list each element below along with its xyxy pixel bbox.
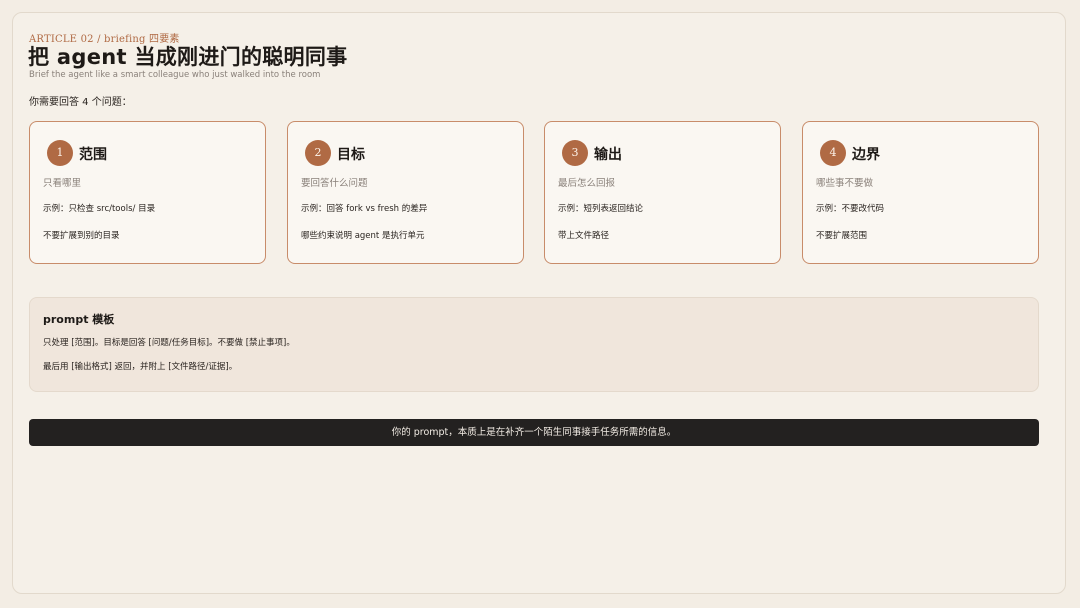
card-subtitle: 要回答什么问题 bbox=[301, 178, 368, 189]
intro-text: 你需要回答 4 个问题： bbox=[29, 97, 132, 108]
number-badge: 2 bbox=[305, 140, 331, 166]
template-line: 最后用 [输出格式] 返回，并附上 [文件路径/证据]。 bbox=[43, 362, 238, 372]
number-badge: 4 bbox=[820, 140, 846, 166]
card-title: 目标 bbox=[337, 147, 365, 163]
card-note: 不要扩展范围 bbox=[816, 231, 868, 241]
card-title: 边界 bbox=[852, 147, 880, 163]
page-subtitle: Brief the agent like a smart colleague w… bbox=[29, 70, 321, 80]
card-subtitle: 最后怎么回报 bbox=[558, 178, 616, 189]
card-note: 不要扩展到别的目录 bbox=[43, 231, 120, 241]
card-subtitle: 哪些事不要做 bbox=[816, 178, 874, 189]
card-example: 示例：回答 fork vs fresh 的差异 bbox=[301, 204, 428, 214]
page-title: 把 agent 当成刚进门的聪明同事 bbox=[28, 45, 348, 69]
card-example: 示例：只检查 src/tools/ 目录 bbox=[43, 204, 156, 214]
summary-banner: 你的 prompt，本质上是在补齐一个陌生同事接手任务所需的信息。 bbox=[29, 419, 1039, 446]
card-example: 示例：短列表返回结论 bbox=[558, 204, 644, 214]
card-goal: 2 目标 要回答什么问题 示例：回答 fork vs fresh 的差异 哪些约… bbox=[287, 121, 524, 264]
card-subtitle: 只看哪里 bbox=[43, 178, 82, 189]
card-scope: 1 范围 只看哪里 示例：只检查 src/tools/ 目录 不要扩展到别的目录 bbox=[29, 121, 266, 264]
number-badge: 1 bbox=[47, 140, 73, 166]
card-title: 输出 bbox=[594, 147, 622, 163]
card-output: 3 输出 最后怎么回报 示例：短列表返回结论 带上文件路径 bbox=[544, 121, 781, 264]
card-note: 哪些约束说明 agent 是执行单元 bbox=[301, 231, 425, 241]
template-title: prompt 模板 bbox=[43, 313, 115, 326]
number-badge: 3 bbox=[562, 140, 588, 166]
template-line: 只处理 [范围]。目标是回答 [问题/任务目标]。不要做 [禁止事项]。 bbox=[43, 338, 295, 348]
card-example: 示例：不要改代码 bbox=[816, 204, 885, 214]
prompt-template-box: prompt 模板 只处理 [范围]。目标是回答 [问题/任务目标]。不要做 [… bbox=[29, 297, 1039, 392]
card-boundary: 4 边界 哪些事不要做 示例：不要改代码 不要扩展范围 bbox=[802, 121, 1039, 264]
card-note: 带上文件路径 bbox=[558, 231, 610, 241]
card-title: 范围 bbox=[79, 147, 107, 163]
